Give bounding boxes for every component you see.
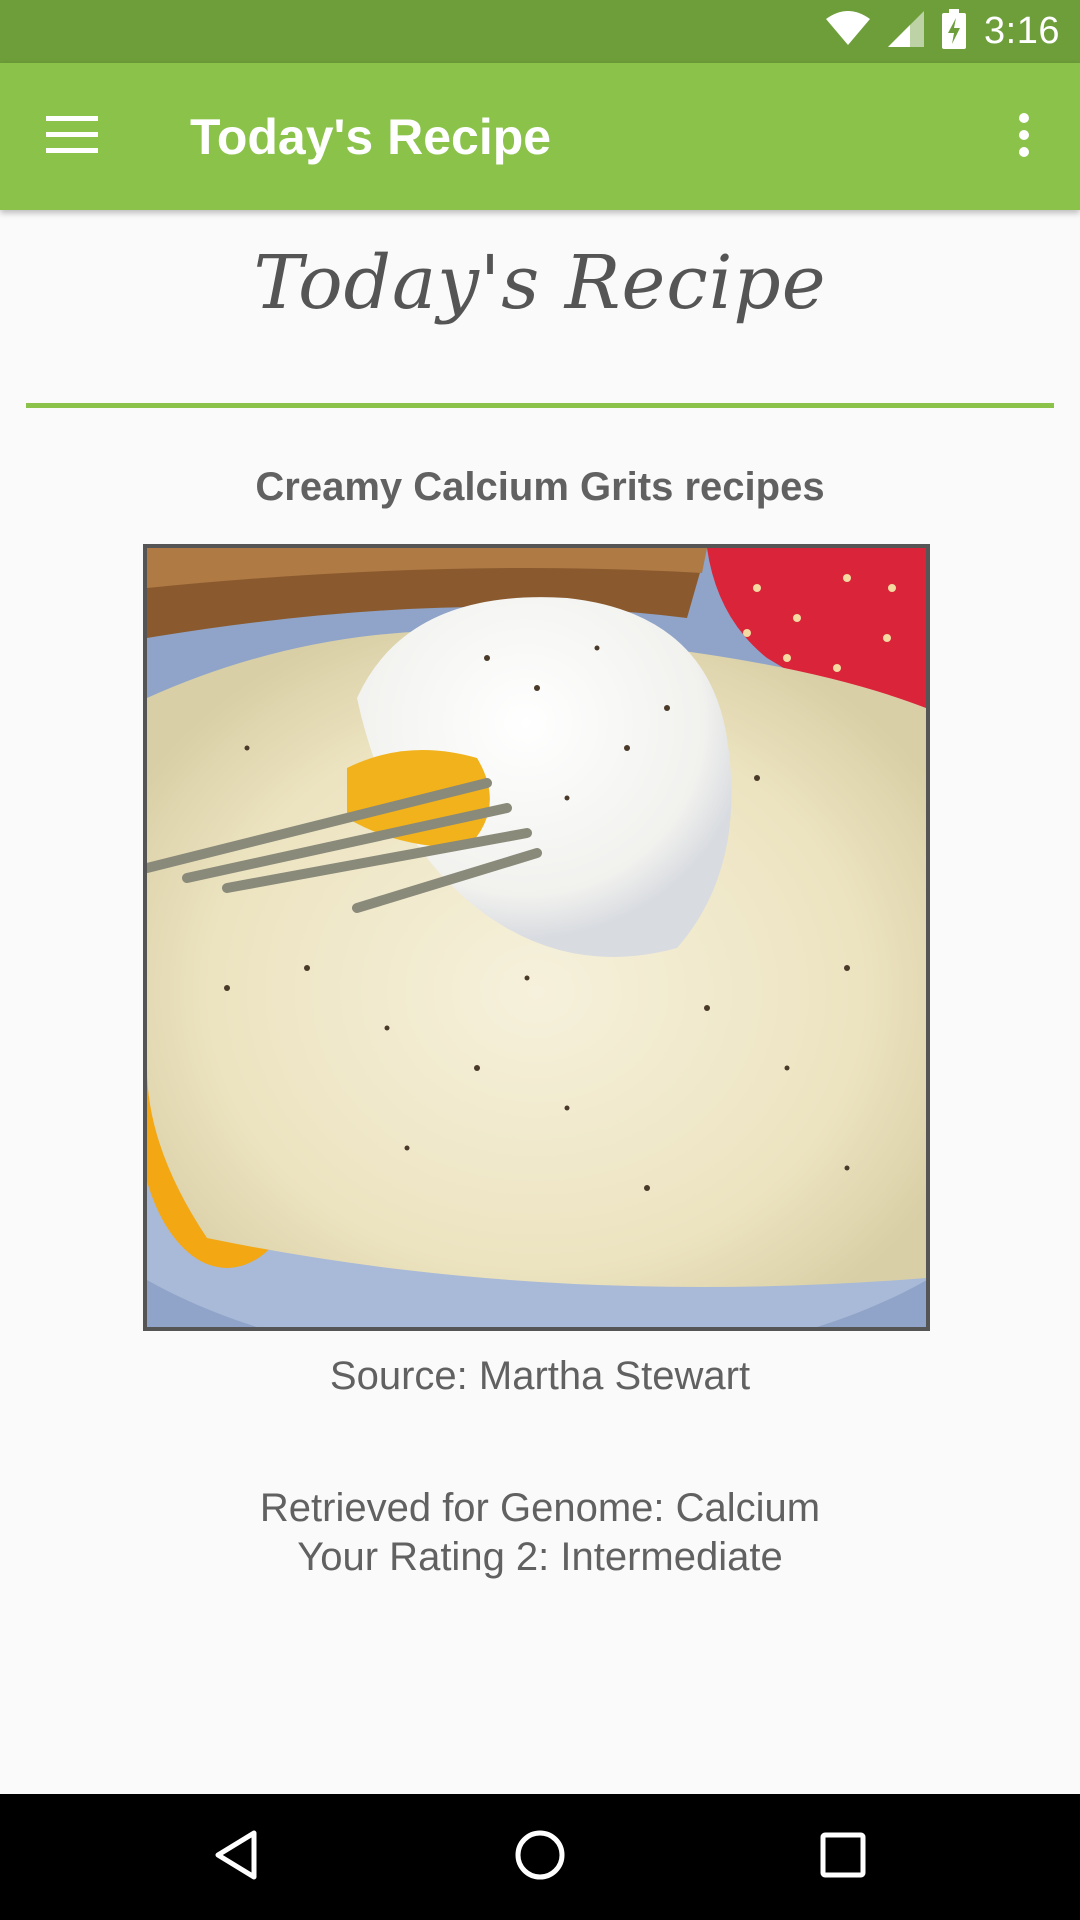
back-triangle-icon bbox=[212, 1829, 260, 1886]
menu-button[interactable] bbox=[34, 99, 110, 175]
recipe-name: Creamy Calcium Grits recipes bbox=[255, 465, 825, 509]
recipe-photo bbox=[147, 548, 926, 1327]
hamburger-menu-icon bbox=[46, 115, 98, 159]
status-bar: 3:16 bbox=[0, 0, 1080, 63]
page-heading: Today's Recipe bbox=[253, 240, 827, 326]
status-time: 3:16 bbox=[984, 10, 1060, 52]
battery-charging-icon bbox=[942, 9, 967, 54]
recipe-info: Retrieved for Genome: Calcium Your Ratin… bbox=[0, 1484, 1080, 1582]
status-icons: 3:16 bbox=[826, 0, 1060, 63]
home-circle-icon bbox=[514, 1829, 566, 1886]
genome-line: Retrieved for Genome: Calcium bbox=[259, 1486, 821, 1530]
app-bar: Today's Recipe bbox=[0, 63, 1080, 210]
recipe-source: Source: Martha Stewart bbox=[329, 1354, 751, 1398]
rating-line: Your Rating 2: Intermediate bbox=[297, 1535, 783, 1579]
app-title: Today's Recipe bbox=[190, 108, 552, 165]
recents-square-icon bbox=[820, 1832, 866, 1883]
overflow-menu-button[interactable] bbox=[994, 99, 1054, 175]
recipe-image bbox=[143, 544, 930, 1331]
home-button[interactable] bbox=[490, 1807, 590, 1907]
wifi-icon bbox=[826, 11, 871, 52]
cell-signal-icon bbox=[888, 11, 925, 52]
divider bbox=[26, 403, 1054, 408]
navigation-bar bbox=[0, 1794, 1080, 1920]
more-vert-icon bbox=[1018, 112, 1030, 162]
back-button[interactable] bbox=[186, 1807, 286, 1907]
recents-button[interactable] bbox=[793, 1807, 893, 1907]
